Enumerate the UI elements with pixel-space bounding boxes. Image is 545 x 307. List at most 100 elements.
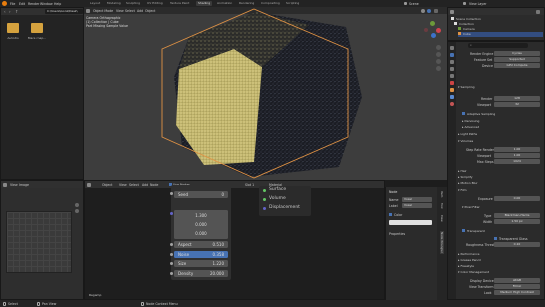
volume-socket[interactable] [263, 198, 266, 201]
checkbox[interactable] [389, 213, 392, 216]
image-canvas[interactable] [6, 211, 72, 273]
axis-y-icon[interactable] [430, 21, 435, 26]
pan-hand-icon[interactable] [75, 209, 79, 213]
hair-panel[interactable]: ▸ Hair [458, 169, 542, 174]
object-tab-icon[interactable] [450, 88, 454, 92]
node-color-checkbox[interactable]: Color [389, 213, 402, 217]
menu-window[interactable]: Window [40, 2, 53, 6]
checkbox[interactable] [494, 237, 497, 240]
node-color-swatch[interactable] [389, 220, 432, 225]
camera-view-icon[interactable] [436, 59, 441, 64]
render-samples-field[interactable]: 128 [494, 96, 540, 101]
displacement-socket[interactable] [263, 207, 266, 210]
menu-file[interactable]: File [10, 2, 15, 6]
motion-blur-panel[interactable]: ▸ Motion Blur [458, 181, 542, 186]
node-menu-object[interactable]: Object [102, 183, 112, 187]
menu-edit[interactable]: Edit [19, 2, 25, 6]
input-socket[interactable] [169, 253, 173, 256]
tab-animation[interactable]: Animation [215, 1, 234, 6]
tab-modeling[interactable]: Modeling [105, 1, 123, 6]
input-socket[interactable] [169, 212, 173, 215]
sidebar-tab-view[interactable]: View [440, 215, 444, 222]
axis-x-icon[interactable] [436, 28, 441, 33]
tab-layout[interactable]: Layout [88, 1, 102, 6]
render-tab-icon[interactable] [450, 53, 454, 57]
denoising-panel[interactable]: ▸ Denoising [462, 119, 545, 124]
render-engine-dropdown[interactable]: Cycles [494, 51, 540, 56]
device-dropdown[interactable]: GPU Compute [494, 63, 540, 68]
node-menu-select[interactable]: Select [129, 183, 139, 187]
node-name-field[interactable]: Voxel [402, 197, 432, 202]
properties-panel-title[interactable]: Properties [389, 232, 405, 236]
transparent-panel[interactable]: Transparent [462, 229, 545, 234]
volumes-panel[interactable]: ▾ Volumes [458, 139, 542, 144]
tab-scripting[interactable]: Scripting [284, 1, 301, 6]
noise-field[interactable]: Noise 0.358 [174, 251, 228, 258]
outliner-row-selected[interactable]: Cube [458, 32, 543, 37]
step-viewport-field[interactable]: 1.00 [494, 153, 540, 158]
step-rate-render-field[interactable]: 1.00 [494, 147, 540, 152]
slot-selector[interactable]: Slot 1 [245, 183, 254, 187]
look-dropdown[interactable]: Medium High Contrast [494, 290, 540, 295]
sidebar-tab-node-wrangler[interactable]: Node Wrangler [440, 231, 444, 254]
editor-type-icon[interactable] [87, 182, 91, 187]
node-panel-title[interactable]: Node [389, 190, 397, 194]
axis-neg-icon[interactable] [424, 28, 428, 32]
material-output-node[interactable]: Surface Volume Displacement [259, 186, 311, 216]
voxel-noise-node[interactable]: Seed 0 1.300 0.000 0.000 Aspect 0.510 Nois… [171, 185, 231, 280]
navigation-gizmo[interactable] [422, 19, 444, 41]
feature-set-dropdown[interactable]: Supported [494, 57, 540, 62]
surface-socket[interactable] [263, 189, 266, 192]
zoom-icon[interactable] [436, 45, 441, 50]
scene-tab-icon[interactable] [450, 74, 454, 78]
film-panel[interactable]: ▾ Film [458, 188, 542, 193]
exposure-field[interactable]: 0.00 [494, 196, 540, 201]
aspect-field[interactable]: Aspect 0.510 [174, 241, 228, 248]
image-editor[interactable]: View Image [0, 180, 84, 300]
filter-icon[interactable] [536, 9, 540, 14]
menu-render[interactable]: Render [28, 2, 39, 6]
freestyle-panel[interactable]: ▸ Freestyle [458, 264, 542, 269]
pixel-filter-panel[interactable]: ▾ Pixel Filter [462, 205, 545, 210]
editor-type-icon[interactable] [3, 182, 7, 187]
world-tab-icon[interactable] [450, 81, 454, 85]
color-management-panel[interactable]: ▾ Color Management [458, 270, 542, 275]
image-menu-view[interactable]: View [10, 183, 18, 187]
vector-value[interactable]: 1.300 [174, 212, 228, 219]
material-tab-icon[interactable] [450, 102, 454, 106]
tab-texture-paint[interactable]: Texture Paint [168, 1, 191, 6]
folder-item[interactable]: Autodis [5, 21, 21, 45]
outliner-display-icon[interactable] [450, 9, 454, 14]
tab-sculpting[interactable]: Sculpting [124, 1, 142, 6]
tab-compositing[interactable]: Compositing [259, 1, 282, 6]
tab-rendering[interactable]: Rendering [237, 1, 256, 6]
tool-tab-icon[interactable] [450, 46, 454, 50]
max-steps-field[interactable]: 1024 [494, 159, 540, 164]
roughness-threshold-field[interactable]: 0.10 [494, 242, 540, 247]
display-device-dropdown[interactable]: sRGB [494, 278, 540, 283]
node-label-field[interactable]: Voxel [402, 203, 432, 208]
image-menu-image[interactable]: Image [19, 183, 29, 187]
folder-item[interactable]: Macs rnap... [27, 21, 47, 45]
density-field[interactable]: Density 20.000 [174, 270, 228, 277]
tab-shading[interactable]: Shading [196, 1, 213, 6]
size-field[interactable]: Size 1.220 [174, 260, 228, 267]
view-layer-tab-icon[interactable] [450, 67, 454, 71]
vector-value[interactable]: 0.000 [174, 221, 228, 228]
view-layer-selector[interactable]: View Layer [469, 2, 486, 6]
checkbox[interactable] [462, 229, 465, 232]
simplify-panel[interactable]: ▸ Simplify [458, 175, 542, 180]
filter-width-field[interactable]: 1.50 px [494, 219, 540, 224]
sampling-panel-header[interactable]: ▾ Sampling [458, 85, 542, 90]
input-socket[interactable] [169, 262, 173, 265]
node-menu-add[interactable]: Add [142, 183, 148, 187]
sidebar-tab-tool[interactable]: Tool [440, 203, 444, 208]
filter-type-dropdown[interactable]: Blackman-Harris [494, 213, 540, 218]
checkbox[interactable] [462, 112, 465, 115]
blender-logo-icon[interactable] [2, 1, 7, 6]
seed-field[interactable]: Seed 0 [174, 191, 228, 198]
input-socket[interactable] [169, 192, 173, 195]
axis-z-icon[interactable] [431, 33, 436, 38]
node-menu-node[interactable]: Node [150, 183, 158, 187]
input-socket[interactable] [169, 272, 173, 275]
